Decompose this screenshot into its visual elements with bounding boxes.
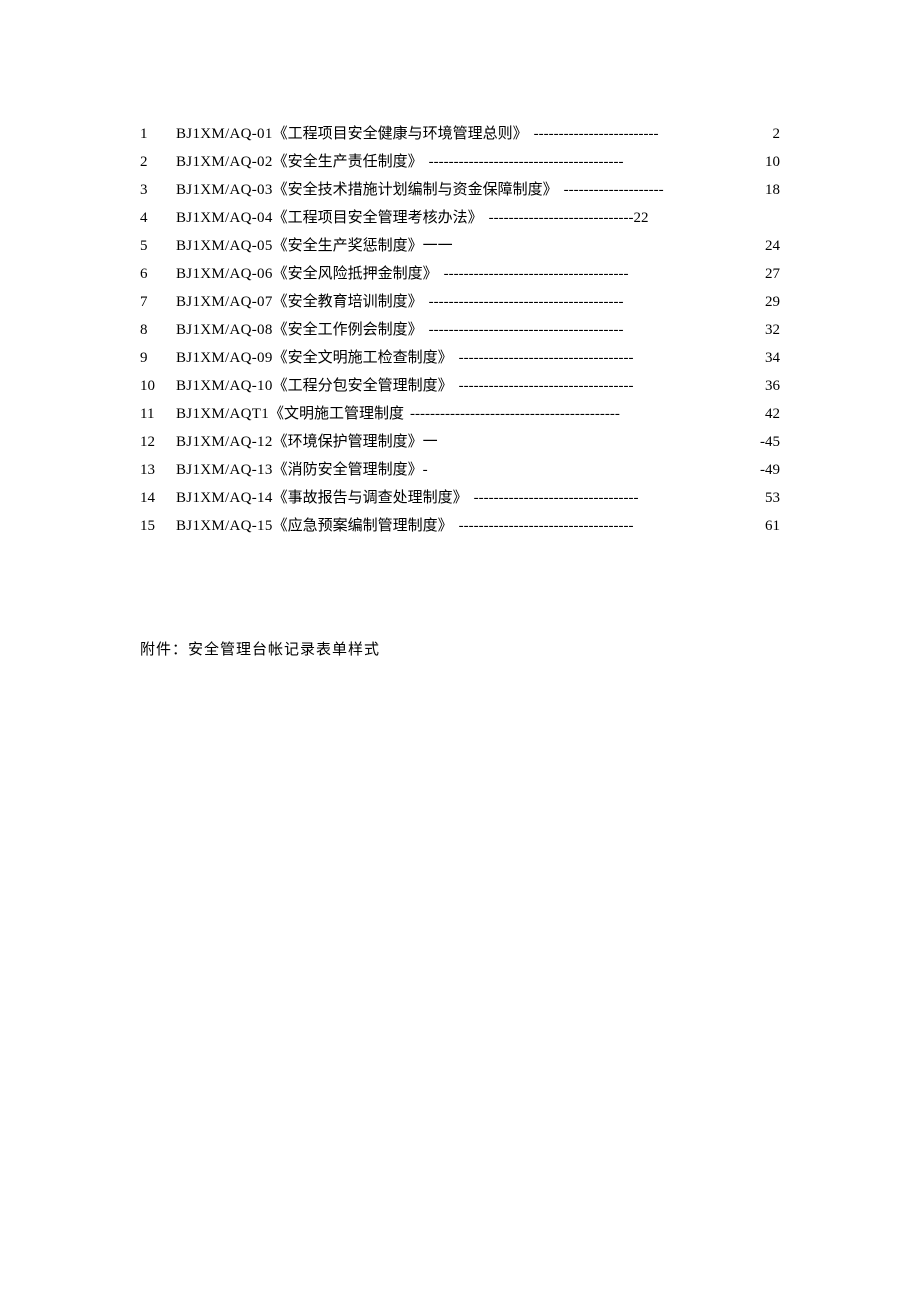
table-of-contents: 1 BJ1XM/AQ-01 《工程项目安全健康与环境管理总则》 --------… bbox=[140, 120, 780, 540]
toc-page: 18 bbox=[763, 176, 780, 204]
toc-title: 《安全技术措施计划编制与资金保障制度》 bbox=[273, 176, 558, 204]
toc-number: 5 bbox=[140, 232, 176, 260]
toc-code: BJ1XM/AQ-09 bbox=[176, 344, 273, 372]
toc-title: 《安全生产责任制度》 bbox=[273, 148, 423, 176]
toc-row: 5 BJ1XM/AQ-05 《安全生产奖惩制度》一一 24 bbox=[140, 232, 780, 260]
toc-leader: ----------------------------------- bbox=[453, 344, 763, 372]
toc-title: 《安全风险抵押金制度》 bbox=[273, 260, 438, 288]
toc-page: 29 bbox=[763, 288, 780, 316]
toc-page: 36 bbox=[763, 372, 780, 400]
toc-number: 15 bbox=[140, 512, 176, 540]
toc-title: 《安全教育培训制度》 bbox=[273, 288, 423, 316]
toc-title: 《文明施工管理制度 bbox=[269, 400, 404, 428]
toc-page: 53 bbox=[763, 484, 780, 512]
toc-number: 9 bbox=[140, 344, 176, 372]
toc-number: 12 bbox=[140, 428, 176, 456]
toc-page: 10 bbox=[763, 148, 780, 176]
toc-number: 3 bbox=[140, 176, 176, 204]
toc-row: 15 BJ1XM/AQ-15 《应急预案编制管理制度》 ------------… bbox=[140, 512, 780, 540]
toc-row: 1 BJ1XM/AQ-01 《工程项目安全健康与环境管理总则》 --------… bbox=[140, 120, 780, 148]
toc-row: 4 BJ1XM/AQ-04 《工程项目安全管理考核办法》 -----------… bbox=[140, 204, 780, 232]
toc-code: BJ1XM/AQ-13 bbox=[176, 456, 273, 484]
toc-leader: -----------------------------22 bbox=[483, 204, 778, 232]
toc-row: 14 BJ1XM/AQ-14 《事故报告与调查处理制度》 -----------… bbox=[140, 484, 780, 512]
toc-leader: --------------------------------------- bbox=[423, 288, 763, 316]
toc-number: 14 bbox=[140, 484, 176, 512]
toc-leader: -------------------- bbox=[558, 176, 763, 204]
toc-leader: --------------------------------------- bbox=[423, 148, 763, 176]
toc-row: 11 BJ1XM/AQT1 《文明施工管理制度 ----------------… bbox=[140, 400, 780, 428]
toc-code: BJ1XM/AQ-12 bbox=[176, 428, 273, 456]
toc-number: 1 bbox=[140, 120, 176, 148]
toc-number: 8 bbox=[140, 316, 176, 344]
toc-page: 24 bbox=[763, 232, 780, 260]
toc-row: 9 BJ1XM/AQ-09 《安全文明施工检查制度》 -------------… bbox=[140, 344, 780, 372]
toc-code: BJ1XM/AQ-07 bbox=[176, 288, 273, 316]
toc-code: BJ1XM/AQ-05 bbox=[176, 232, 273, 260]
toc-leader: ------------------------- bbox=[528, 120, 771, 148]
toc-code: BJ1XM/AQT1 bbox=[176, 400, 269, 428]
toc-row: 3 BJ1XM/AQ-03 《安全技术措施计划编制与资金保障制度》 ------… bbox=[140, 176, 780, 204]
toc-code: BJ1XM/AQ-15 bbox=[176, 512, 273, 540]
toc-leader: --------------------------------------- bbox=[423, 316, 763, 344]
toc-row: 8 BJ1XM/AQ-08 《安全工作例会制度》 ---------------… bbox=[140, 316, 780, 344]
toc-page: 27 bbox=[763, 260, 780, 288]
toc-code: BJ1XM/AQ-10 bbox=[176, 372, 273, 400]
toc-code: BJ1XM/AQ-06 bbox=[176, 260, 273, 288]
toc-number: 7 bbox=[140, 288, 176, 316]
toc-leader: ------------------------------------- bbox=[438, 260, 763, 288]
toc-title: 《安全文明施工检查制度》 bbox=[273, 344, 453, 372]
toc-page: 61 bbox=[763, 512, 780, 540]
toc-page: 2 bbox=[771, 120, 781, 148]
toc-title: 《环境保护管理制度》一 bbox=[273, 428, 438, 456]
toc-leader: ----------------------------------------… bbox=[404, 400, 763, 428]
toc-leader: --------------------------------- bbox=[468, 484, 763, 512]
toc-code: BJ1XM/AQ-01 bbox=[176, 120, 273, 148]
toc-title: 《工程项目安全健康与环境管理总则》 bbox=[273, 120, 528, 148]
toc-page: -49 bbox=[750, 456, 780, 484]
toc-title: 《安全工作例会制度》 bbox=[273, 316, 423, 344]
toc-leader: ----------------------------------- bbox=[453, 512, 763, 540]
toc-number: 6 bbox=[140, 260, 176, 288]
toc-code: BJ1XM/AQ-02 bbox=[176, 148, 273, 176]
toc-number: 2 bbox=[140, 148, 176, 176]
toc-row: 7 BJ1XM/AQ-07 《安全教育培训制度》 ---------------… bbox=[140, 288, 780, 316]
toc-row: 2 BJ1XM/AQ-02 《安全生产责任制度》 ---------------… bbox=[140, 148, 780, 176]
toc-row: 12 BJ1XM/AQ-12 《环境保护管理制度》一 -45 bbox=[140, 428, 780, 456]
appendix-note: 附件：安全管理台帐记录表单样式 bbox=[140, 638, 780, 659]
toc-code: BJ1XM/AQ-08 bbox=[176, 316, 273, 344]
toc-number: 4 bbox=[140, 204, 176, 232]
toc-code: BJ1XM/AQ-04 bbox=[176, 204, 273, 232]
toc-page: 34 bbox=[763, 344, 780, 372]
toc-title: 《工程分包安全管理制度》 bbox=[273, 372, 453, 400]
toc-title: 《工程项目安全管理考核办法》 bbox=[273, 204, 483, 232]
toc-page: -45 bbox=[750, 428, 780, 456]
toc-row: 6 BJ1XM/AQ-06 《安全风险抵押金制度》 --------------… bbox=[140, 260, 780, 288]
toc-title: 《安全生产奖惩制度》一一 bbox=[273, 232, 453, 260]
toc-title: 《应急预案编制管理制度》 bbox=[273, 512, 453, 540]
toc-row: 10 BJ1XM/AQ-10 《工程分包安全管理制度》 ------------… bbox=[140, 372, 780, 400]
toc-number: 11 bbox=[140, 400, 176, 428]
toc-row: 13 BJ1XM/AQ-13 《消防安全管理制度》- -49 bbox=[140, 456, 780, 484]
toc-code: BJ1XM/AQ-03 bbox=[176, 176, 273, 204]
toc-code: BJ1XM/AQ-14 bbox=[176, 484, 273, 512]
toc-leader: ----------------------------------- bbox=[453, 372, 763, 400]
toc-title: 《消防安全管理制度》- bbox=[273, 456, 428, 484]
toc-number: 13 bbox=[140, 456, 176, 484]
toc-title: 《事故报告与调查处理制度》 bbox=[273, 484, 468, 512]
toc-number: 10 bbox=[140, 372, 176, 400]
toc-page: 32 bbox=[763, 316, 780, 344]
toc-page: 42 bbox=[763, 400, 780, 428]
